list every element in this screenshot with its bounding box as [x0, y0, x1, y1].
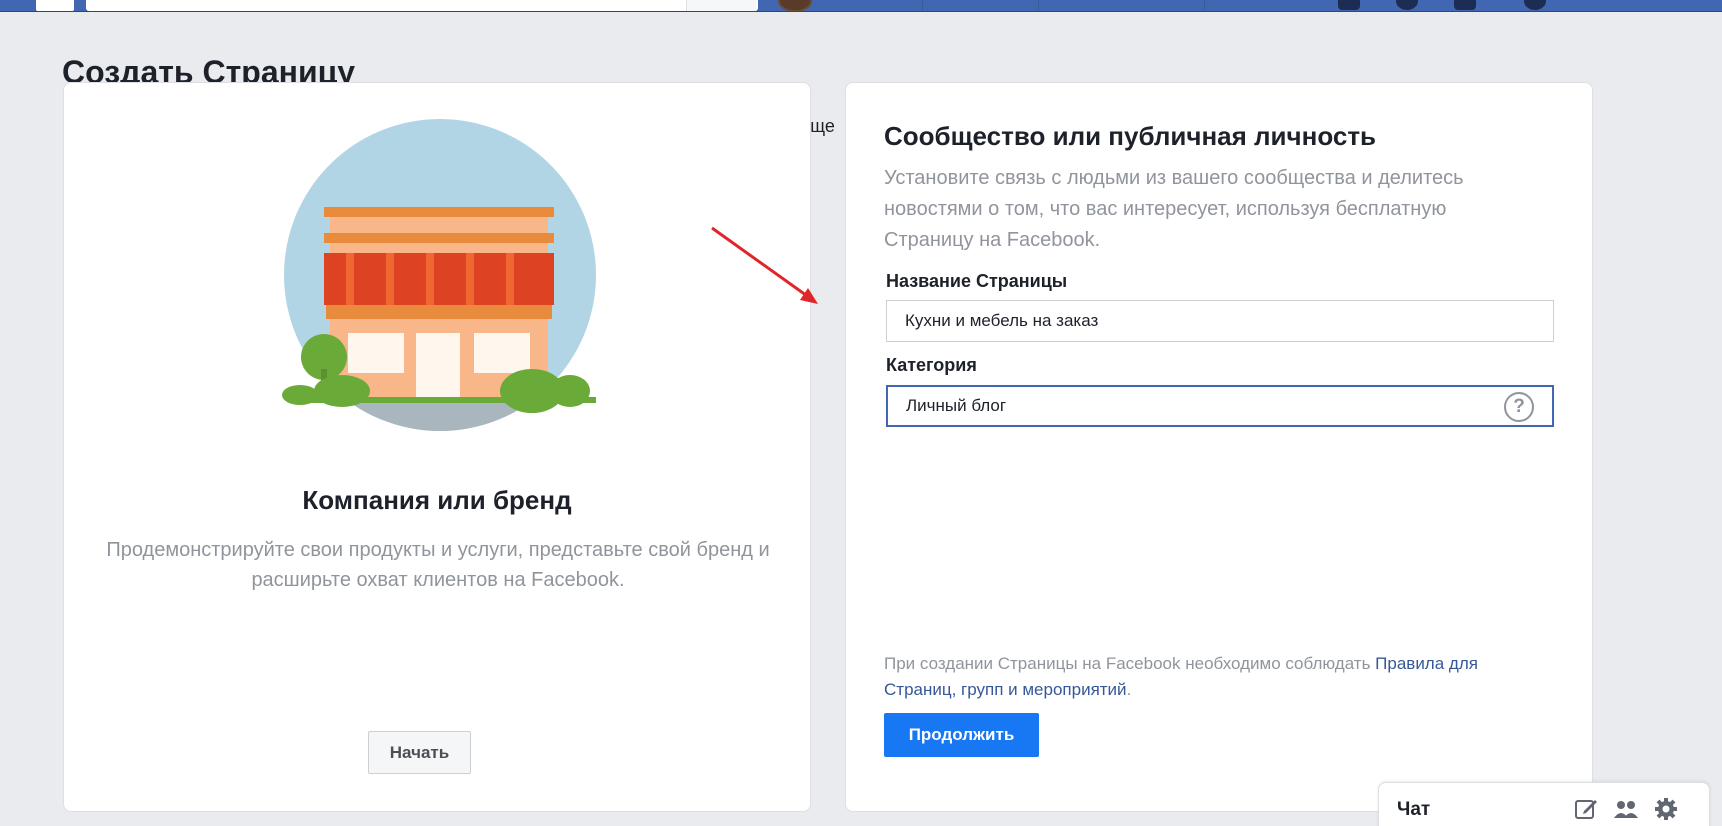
top-navigation-bar — [0, 0, 1722, 12]
friend-requests-icon[interactable] — [1338, 0, 1360, 10]
community-public-figure-card: Сообщество или публичная личность Устано… — [845, 82, 1593, 812]
policy-end: . — [1126, 680, 1132, 699]
red-arrow-icon — [711, 226, 818, 304]
category-label: Категория — [886, 355, 977, 375]
avatar[interactable] — [778, 0, 812, 11]
nav-divider — [1038, 0, 1039, 10]
facebook-logo-icon[interactable] — [36, 0, 74, 11]
search-button[interactable] — [686, 0, 756, 11]
community-card-description: Установите связь с людьми из вашего сооб… — [884, 167, 1464, 251]
category-field[interactable] — [886, 385, 1554, 427]
company-brand-card[interactable]: Компания или бренд Продемонстрируйте сво… — [63, 82, 811, 812]
gear-icon[interactable] — [1653, 796, 1679, 822]
chat-label: Чат — [1397, 799, 1431, 820]
continue-button[interactable]: Продолжить — [884, 713, 1039, 757]
company-card-title: Компания или бренд — [302, 485, 572, 515]
start-button[interactable]: Начать — [368, 731, 471, 774]
community-card-title: Сообщество или публичная личность — [884, 121, 1377, 151]
help-icon[interactable]: ? — [1504, 392, 1534, 422]
page-title: Создать Страницу — [62, 54, 356, 82]
group-icon[interactable] — [1613, 796, 1639, 822]
help-icon[interactable] — [1524, 0, 1546, 10]
policy-notice: При создании Страницы на Facebook необхо… — [884, 651, 1552, 703]
chat-bar[interactable]: Чат — [1378, 782, 1710, 826]
compose-icon[interactable] — [1573, 796, 1599, 822]
nav-divider — [1204, 0, 1205, 10]
search-input[interactable] — [86, 0, 758, 11]
page-name-field[interactable] — [886, 300, 1554, 342]
policy-text: При создании Страницы на Facebook необхо… — [884, 654, 1376, 673]
page-name-label: Название Страницы — [886, 271, 1068, 291]
company-card-description: Продемонстрируйте свои продукты и услуги… — [106, 539, 770, 591]
nav-divider — [922, 0, 923, 10]
messenger-icon[interactable] — [1396, 0, 1418, 10]
storefront-illustration-icon — [282, 119, 596, 431]
notifications-icon[interactable] — [1454, 0, 1476, 10]
